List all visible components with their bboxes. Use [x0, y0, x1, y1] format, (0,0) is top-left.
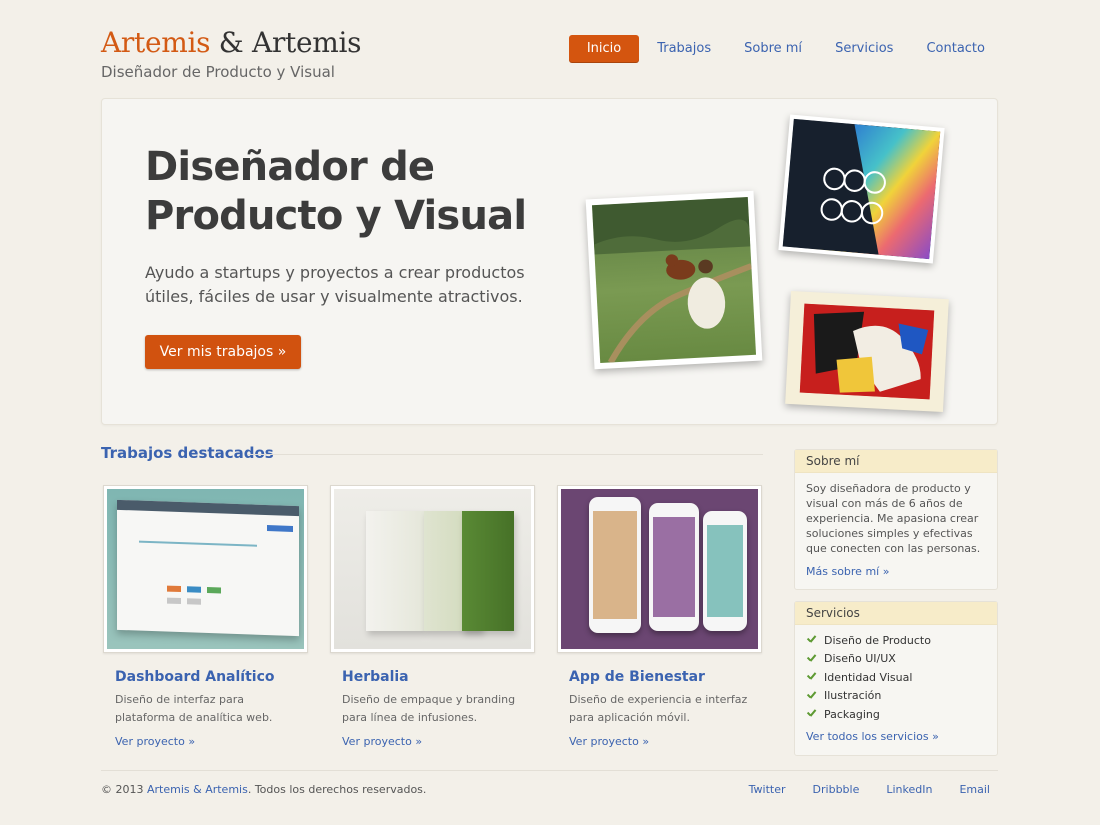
site-logo[interactable]: Artemis & Artemis [101, 26, 362, 59]
about-widget-title: Sobre mí [795, 450, 997, 473]
nav-contacto[interactable]: Contacto [911, 35, 1000, 63]
social-links: Twitter Dribbble LinkedIn Email [722, 783, 990, 796]
service-item: Diseño UI/UX [806, 650, 986, 669]
hero-photo-painting [585, 190, 763, 370]
main-nav: Inicio Trabajos Sobre mí Servicios Conta… [566, 35, 1000, 63]
section-divider [248, 454, 763, 455]
brand-name-accent: Artemis [101, 26, 211, 59]
copyright-link[interactable]: Artemis & Artemis [147, 783, 248, 796]
site-tagline: Diseñador de Producto y Visual [101, 63, 335, 81]
nav-sobre-mi[interactable]: Sobre mí [729, 35, 817, 63]
hero-section: Diseñador de Producto y Visual Ayudo a s… [101, 98, 998, 425]
about-text: Soy diseñadora de producto y visual con … [806, 482, 981, 555]
services-list: Diseño de Producto Diseño UI/UX Identida… [806, 631, 986, 724]
project-title[interactable]: Dashboard Analítico [115, 669, 308, 685]
view-works-button[interactable]: Ver mis trabajos » [145, 335, 301, 369]
featured-works-title: Trabajos destacados [101, 444, 274, 462]
twitter-link[interactable]: Twitter [749, 783, 786, 796]
view-project-link[interactable]: Ver proyecto » [569, 735, 649, 748]
more-about-link[interactable]: Más sobre mí » [806, 564, 986, 579]
service-item: Diseño de Producto [806, 631, 986, 650]
site-brand: Artemis & Artemis Diseñador de Producto … [101, 26, 362, 81]
service-label: Diseño UI/UX [824, 652, 896, 666]
nav-trabajos[interactable]: Trabajos [642, 35, 726, 63]
email-link[interactable]: Email [959, 783, 990, 796]
view-project-link[interactable]: Ver proyecto » [115, 735, 195, 748]
project-description: Diseño de interfaz para plataforma de an… [115, 693, 273, 724]
brand-name-rest: & Artemis [210, 26, 362, 59]
service-label: Packaging [824, 707, 880, 721]
copyright-suffix: . Todos los derechos reservados. [247, 783, 427, 796]
project-title[interactable]: Herbalia [342, 669, 535, 685]
painting-illustration [591, 197, 753, 363]
linkedin-link[interactable]: LinkedIn [886, 783, 932, 796]
check-icon [806, 653, 818, 665]
project-card-herbalia[interactable]: Herbalia Diseño de empaque y branding pa… [330, 485, 535, 748]
project-title[interactable]: App de Bienestar [569, 669, 762, 685]
check-icon [806, 671, 818, 683]
hero-photo-poster [778, 114, 945, 264]
hero-title: Diseñador de Producto y Visual [145, 144, 527, 239]
service-item: Packaging [806, 705, 986, 724]
copyright-prefix: © 2013 [101, 783, 147, 796]
hero-text: Ayudo a startups y proyectos a crear pro… [145, 263, 525, 306]
about-widget: Sobre mí Soy diseñadora de producto y vi… [794, 449, 998, 590]
hero-photo-abstract [785, 290, 949, 413]
service-item: Ilustración [806, 687, 986, 706]
copyright: © 2013 Artemis & Artemis. Todos los dere… [101, 783, 426, 796]
service-label: Identidad Visual [824, 670, 913, 684]
project-description: Diseño de empaque y branding para línea … [342, 693, 516, 724]
services-widget: Servicios Diseño de Producto Diseño UI/U… [794, 601, 998, 756]
check-icon [806, 634, 818, 646]
service-item: Identidad Visual [806, 668, 986, 687]
all-services-link[interactable]: Ver todos los servicios » [806, 729, 986, 744]
project-thumbnail[interactable] [103, 485, 308, 653]
view-project-link[interactable]: Ver proyecto » [342, 735, 422, 748]
service-label: Ilustración [824, 689, 882, 703]
poster-illustration [782, 118, 941, 260]
services-widget-title: Servicios [795, 602, 997, 625]
check-icon [806, 708, 818, 720]
project-card-app[interactable]: App de Bienestar Diseño de experiencia e… [557, 485, 762, 748]
abstract-illustration [799, 303, 935, 400]
check-icon [806, 690, 818, 702]
footer-divider [101, 770, 998, 771]
service-label: Diseño de Producto [824, 633, 931, 647]
project-card-dashboard[interactable]: Dashboard Analítico Diseño de interfaz p… [103, 485, 308, 748]
nav-servicios[interactable]: Servicios [820, 35, 908, 63]
nav-inicio[interactable]: Inicio [568, 35, 640, 63]
project-thumbnail[interactable] [557, 485, 762, 653]
project-thumbnail[interactable] [330, 485, 535, 653]
project-description: Diseño de experiencia e interfaz para ap… [569, 693, 748, 724]
dribbble-link[interactable]: Dribbble [813, 783, 860, 796]
